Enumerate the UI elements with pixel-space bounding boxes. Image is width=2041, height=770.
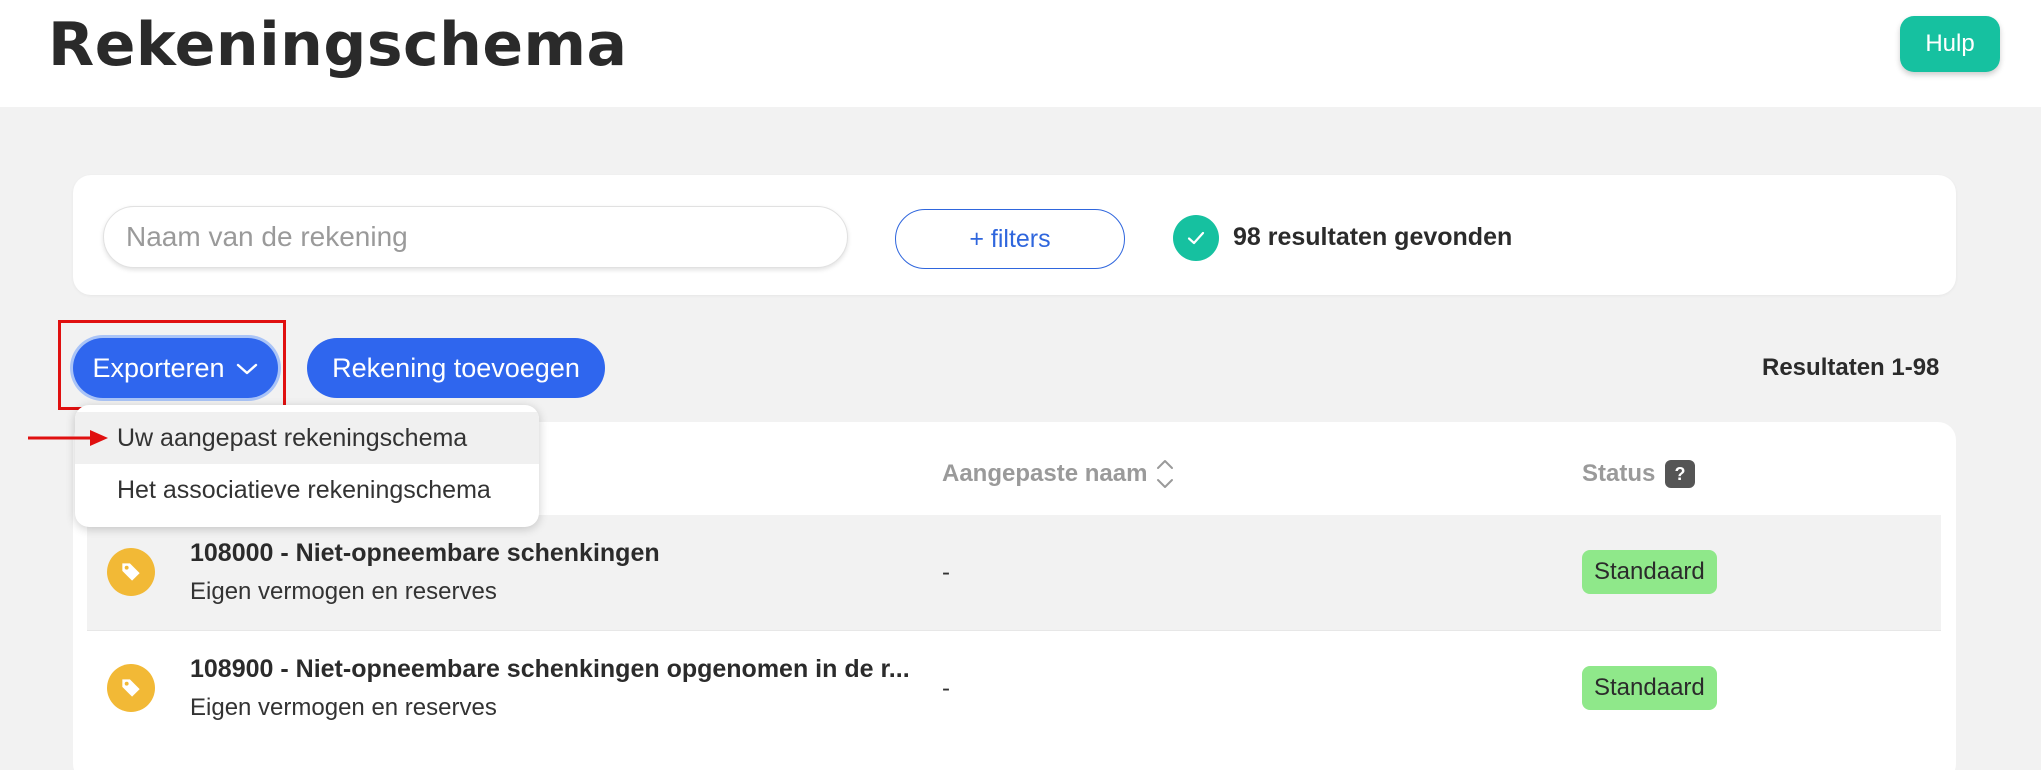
search-card: + filters 98 resultaten gevonden bbox=[73, 175, 1956, 295]
page-title: Rekeningschema bbox=[48, 10, 628, 80]
tag-icon bbox=[107, 548, 155, 596]
export-button[interactable]: Exporteren bbox=[73, 338, 278, 398]
sort-icon[interactable] bbox=[1155, 456, 1175, 497]
search-input[interactable] bbox=[103, 206, 848, 268]
row-custom-name: - bbox=[942, 675, 950, 702]
export-label: Exporteren bbox=[92, 352, 225, 383]
filters-button[interactable]: + filters bbox=[895, 209, 1125, 269]
row-title: 108900 - Niet-opneembare schenkingen opg… bbox=[190, 655, 910, 683]
row-custom-name: - bbox=[942, 559, 950, 586]
results-range: Resultaten 1-98 bbox=[1762, 354, 1940, 381]
check-icon bbox=[1173, 215, 1219, 261]
table-row[interactable]: 108000 - Niet-opneembare schenkingen Eig… bbox=[87, 515, 1941, 631]
tag-icon bbox=[107, 664, 155, 712]
export-dropdown-menu: Uw aangepast rekeningschema Het associat… bbox=[75, 405, 539, 527]
help-button[interactable]: Hulp bbox=[1900, 16, 2000, 72]
top-bar: Rekeningschema Hulp bbox=[0, 0, 2041, 107]
results-count: 98 resultaten gevonden bbox=[1233, 223, 1513, 251]
column-header-status: Status bbox=[1582, 460, 1656, 487]
column-header-custom-name[interactable]: Aangepaste naam bbox=[942, 460, 1147, 488]
row-subtitle: Eigen vermogen en reserves bbox=[190, 694, 497, 721]
table-row[interactable]: 108900 - Niet-opneembare schenkingen opg… bbox=[87, 631, 1941, 747]
menu-item-custom-chart[interactable]: Uw aangepast rekeningschema bbox=[75, 412, 539, 464]
status-badge: Standaard bbox=[1582, 550, 1717, 594]
menu-item-associative-chart[interactable]: Het associatieve rekeningschema bbox=[75, 464, 539, 516]
row-subtitle: Eigen vermogen en reserves bbox=[190, 578, 497, 605]
question-icon[interactable]: ? bbox=[1665, 460, 1695, 488]
chevron-down-icon bbox=[235, 353, 259, 384]
row-title: 108000 - Niet-opneembare schenkingen bbox=[190, 539, 660, 567]
add-account-button[interactable]: Rekening toevoegen bbox=[307, 338, 605, 398]
status-badge: Standaard bbox=[1582, 666, 1717, 710]
arrow-right-icon bbox=[28, 428, 110, 453]
